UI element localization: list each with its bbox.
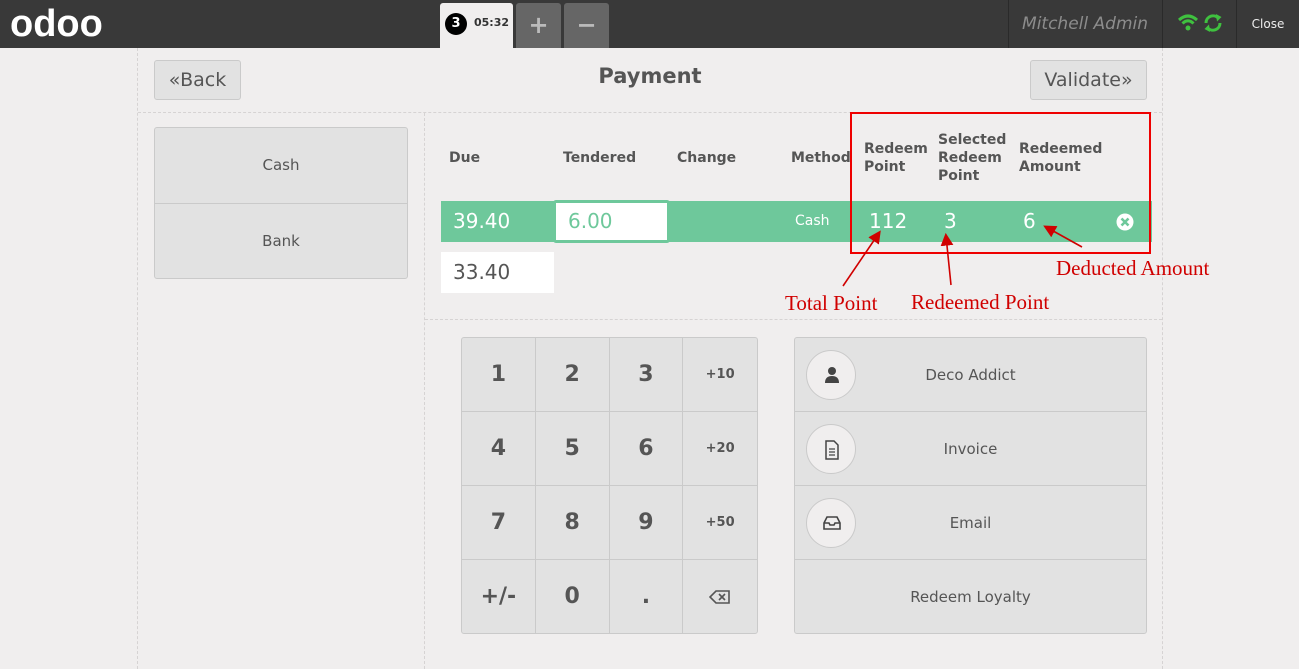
annotation-redeemed-point: Redeemed Point xyxy=(911,290,1050,314)
email-label: Email xyxy=(949,514,992,532)
remove-order-button[interactable]: − xyxy=(564,3,609,48)
numpad-key-1[interactable]: 1 xyxy=(462,338,536,412)
col-header-method: Method xyxy=(791,150,851,166)
top-bar: odoo 3 05:32 + − Mitchell Admin Close xyxy=(0,0,1299,48)
invoice-button[interactable]: Invoice xyxy=(795,412,1146,486)
numpad-key-plus50[interactable]: +50 xyxy=(683,486,757,560)
numpad-key-dot[interactable]: . xyxy=(610,560,684,633)
email-button[interactable]: Email xyxy=(795,486,1146,560)
backspace-icon xyxy=(708,590,730,604)
odoo-logo: odoo xyxy=(10,6,103,42)
numpad-key-3[interactable]: 3 xyxy=(609,338,684,412)
close-button[interactable]: Close xyxy=(1237,0,1299,48)
numpad-key-6[interactable]: 6 xyxy=(609,412,684,486)
numpad-key-4[interactable]: 4 xyxy=(462,412,536,486)
add-order-button[interactable]: + xyxy=(516,3,561,48)
set-customer-button[interactable]: Deco Addict xyxy=(795,338,1146,412)
payment-actions: Deco Addict Invoice Email Redeem Loyalty xyxy=(794,337,1147,634)
payment-header: «Back Payment Validate» xyxy=(138,48,1162,113)
payment-method-cash[interactable]: Cash xyxy=(155,128,407,203)
order-number-badge: 3 xyxy=(445,13,467,35)
line-due: 39.40 xyxy=(453,209,511,233)
user-menu[interactable]: Mitchell Admin xyxy=(1008,0,1163,48)
payment-method-bank[interactable]: Bank xyxy=(155,203,407,278)
numpad-key-0[interactable]: 0 xyxy=(536,560,610,633)
tendered-input[interactable]: 6.00 xyxy=(553,200,670,243)
svg-text:odoo: odoo xyxy=(10,6,103,42)
col-header-due: Due xyxy=(449,150,481,166)
customer-name: Deco Addict xyxy=(925,366,1016,384)
numpad-key-plus10[interactable]: +10 xyxy=(683,338,757,412)
numpad-key-backspace[interactable] xyxy=(683,560,757,633)
remaining-due[interactable]: 33.40 xyxy=(441,252,554,293)
numpad-key-5[interactable]: 5 xyxy=(535,412,610,486)
order-tab[interactable]: 3 05:32 xyxy=(440,3,513,48)
col-header-change: Change xyxy=(677,150,737,166)
numpad-key-2[interactable]: 2 xyxy=(535,338,610,412)
annotation-total-point: Total Point xyxy=(785,291,878,315)
annotation-highlight-box xyxy=(850,112,1151,254)
numpad-key-plus-minus[interactable]: +/- xyxy=(462,560,536,633)
numpad-key-9[interactable]: 9 xyxy=(609,486,684,560)
payment-methods-panel: Cash Bank xyxy=(138,113,425,669)
double-chevron-right-icon: » xyxy=(1120,69,1133,91)
numpad: 1 2 3 +10 4 5 6 +20 7 8 9 +50 +/- 0 . xyxy=(461,337,758,634)
redeem-loyalty-label: Redeem Loyalty xyxy=(910,588,1031,606)
invoice-label: Invoice xyxy=(943,440,998,458)
numpad-key-7[interactable]: 7 xyxy=(462,486,536,560)
user-name: Mitchell Admin xyxy=(1022,14,1148,34)
line-method: Cash xyxy=(795,213,830,229)
wifi-icon xyxy=(1178,14,1198,31)
annotation-deducted-amount: Deducted Amount xyxy=(1056,256,1210,280)
sync-icon[interactable] xyxy=(1203,13,1223,33)
status-area xyxy=(1163,0,1237,48)
validate-label: Validate xyxy=(1044,69,1121,91)
numpad-key-8[interactable]: 8 xyxy=(535,486,610,560)
order-time: 05:32 xyxy=(474,16,510,29)
col-header-tendered: Tendered xyxy=(563,150,637,166)
numpad-key-plus20[interactable]: +20 xyxy=(683,412,757,486)
payment-method-list: Cash Bank xyxy=(154,127,408,279)
validate-button[interactable]: Validate» xyxy=(1030,60,1147,100)
redeem-loyalty-button[interactable]: Redeem Loyalty xyxy=(795,560,1146,634)
page-title: Payment xyxy=(598,64,702,88)
